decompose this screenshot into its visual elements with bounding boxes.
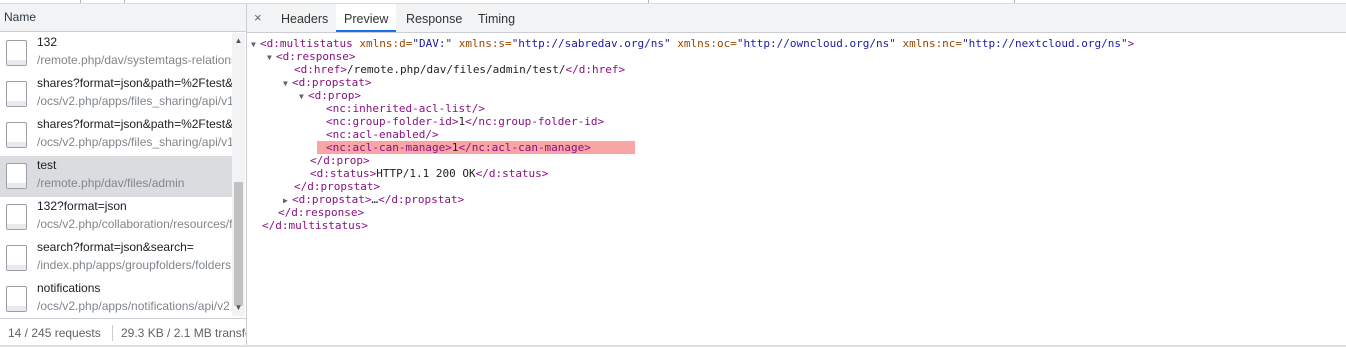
tab-timing[interactable]: Timing (470, 4, 523, 32)
xml-line-propstat-close: </d:propstat> (294, 180, 381, 193)
xml-line-status: <d:status>HTTP/1.1 200 OK</d:status> (310, 167, 549, 180)
expand-triangle-icon[interactable]: ▼ (283, 77, 292, 90)
request-row[interactable]: 132?format=json /ocs/v2.php/collaboratio… (0, 197, 232, 238)
request-path: /remote.php/dav/files/admin (37, 176, 185, 190)
request-name: 132 (37, 35, 58, 49)
status-bar: 14 / 245 requests 29.3 KB / 2.1 MB trans… (0, 318, 246, 346)
request-path: /ocs/v2.php/apps/files_sharing/api/v1 (37, 94, 232, 108)
expand-triangle-icon[interactable]: ▼ (251, 38, 260, 51)
document-icon (6, 81, 27, 107)
divider (112, 325, 113, 341)
request-count: 14 / 245 requests (8, 326, 101, 340)
request-path: /ocs/v2.php/collaboration/resources/file (37, 217, 232, 231)
xml-line-inherited-acl-list: <nc:inherited-acl-list/> (326, 102, 485, 115)
document-icon (6, 163, 27, 189)
name-column-label: Name (4, 10, 37, 24)
xml-line-multistatus-close: </d:multistatus> (262, 219, 368, 232)
xml-line-acl-enabled: <nc:acl-enabled/> (326, 128, 439, 141)
tab-preview[interactable]: Preview (336, 4, 397, 32)
request-row[interactable]: search?format=json&search= /index.php/ap… (0, 238, 232, 279)
document-icon (6, 245, 27, 271)
request-name: 132?format=json (37, 199, 127, 213)
request-name: search?format=json&search= (37, 240, 194, 254)
request-path: /index.php/apps/groupfolders/folders (37, 258, 232, 272)
divider (124, 0, 125, 3)
divider (1014, 0, 1015, 3)
divider (80, 0, 81, 3)
request-path: /remote.php/dav/systemtags-relations/fil… (37, 53, 232, 67)
xml-line-response[interactable]: ▼ <d:response> (267, 50, 355, 63)
xml-line-multistatus[interactable]: ▼ <d:multistatus xmlns:d="DAV:" xmlns:s="… (251, 37, 1134, 50)
close-icon[interactable]: × (254, 10, 262, 25)
request-row[interactable]: shares?format=json&path=%2Ftest&reshares… (0, 74, 232, 115)
request-path: /ocs/v2.php/apps/notifications/api/v2 (37, 299, 230, 313)
request-row-selected[interactable]: test /remote.php/dav/files/admin (0, 156, 232, 197)
details-tab-bar: × Headers Preview Response Timing (247, 4, 1346, 33)
request-name: shares?format=json&path=%2Ftest&reshares… (37, 76, 232, 90)
scroll-up-arrow-icon[interactable]: ▲ (232, 35, 245, 47)
expand-triangle-icon[interactable]: ▼ (299, 90, 308, 103)
request-list: 132 /remote.php/dav/systemtags-relation s… (0, 33, 232, 316)
request-name: test (37, 158, 57, 172)
request-name: shares?format=json&path=%2Ftest&shared_w… (37, 117, 232, 131)
request-row[interactable]: notifications /ocs/v2.php/apps/notificat… (0, 279, 232, 316)
document-icon (6, 122, 27, 148)
expand-triangle-icon[interactable]: ▼ (267, 51, 276, 64)
divider (648, 0, 649, 3)
scroll-down-arrow-icon[interactable]: ▼ (232, 302, 245, 314)
document-icon (6, 286, 27, 312)
xml-line-acl-can-manage-highlighted: <nc:acl-can-manage>1</nc:acl-can-manage> (317, 141, 635, 154)
request-list-scrollbar[interactable]: ▲ ▼ (232, 33, 245, 316)
xml-line-href: <d:href>/remote.php/dav/files/admin/test… (294, 63, 626, 76)
request-path: /ocs/v2.php/apps/files_sharing/api/v1 (37, 135, 232, 149)
xml-line-propstat[interactable]: ▼ <d:propstat> (283, 76, 371, 89)
request-row[interactable]: shares?format=json&path=%2Ftest&shared_w… (0, 115, 232, 156)
xml-line-propstat-collapsed[interactable]: ▶ <d:propstat>…</d:propstat> (283, 193, 464, 206)
tab-headers[interactable]: Headers (273, 4, 336, 32)
xml-line-prop-close: </d:prop> (310, 154, 370, 167)
xml-line-group-folder-id: <nc:group-folder-id>1</nc:group-folder-i… (326, 115, 605, 128)
details-pane: × Headers Preview Response Timing ▼ <d:mu… (247, 4, 1346, 346)
scrollbar-thumb[interactable] (234, 182, 243, 306)
request-name: notifications (37, 281, 101, 295)
tab-response[interactable]: Response (398, 4, 470, 32)
xml-line-prop[interactable]: ▼ <d:prop> (299, 89, 361, 102)
request-row[interactable]: 132 /remote.php/dav/systemtags-relations… (0, 33, 232, 74)
document-icon (6, 40, 27, 66)
request-list-pane: Name 132 /remote.php/dav/systemtags-rela… (0, 4, 247, 346)
document-icon (6, 204, 27, 230)
transfer-size: 29.3 KB / 2.1 MB transferred (121, 326, 246, 340)
name-column-header[interactable]: Name (0, 4, 246, 32)
xml-line-response-close: </d:response> (278, 206, 365, 219)
